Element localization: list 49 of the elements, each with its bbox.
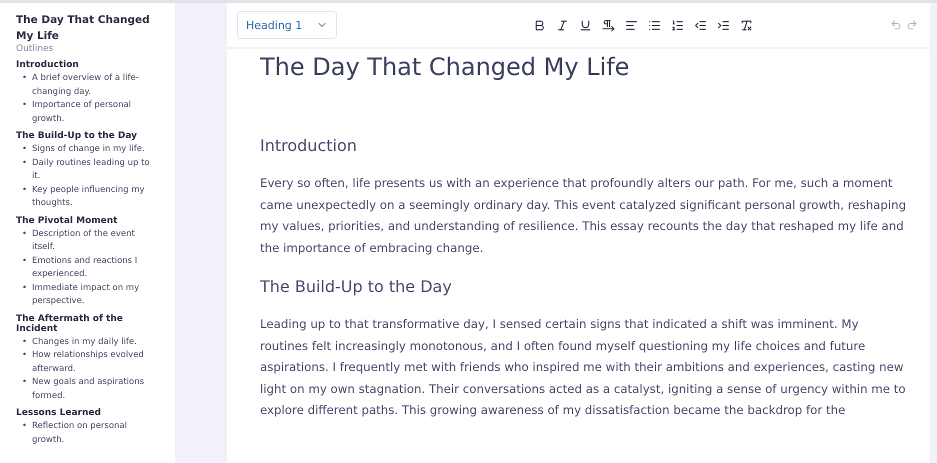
numbered-list-icon [670, 18, 684, 32]
bullet: • [22, 376, 28, 389]
italic-icon [556, 18, 568, 32]
outline-heading[interactable]: The Aftermath of the Incident [16, 314, 167, 334]
clear-format-icon [740, 18, 752, 32]
section-heading: Introduction [260, 136, 358, 155]
bullet: • [22, 254, 28, 268]
outline-item: Immediate impact on my perspective. [32, 282, 140, 308]
bullet: • [22, 349, 28, 362]
outline-item: A brief overview of a life-changing day. [32, 72, 140, 98]
bullet: • [22, 184, 28, 196]
bullet: • [22, 336, 28, 348]
paragraph: Every so often, life presents us with an experience that profoundly alters our path. For me, such a moment came unexpectedly on a seemingly ordinary day. This event catalyzed significant personal growth, reshaping my values, priorities, and understanding of resilience. This essay recounts the day that reshaped my life and the importance of embracing change. [260, 175, 908, 256]
outdent-icon [694, 18, 706, 32]
bullet: • [22, 143, 28, 156]
outline-item: Daily routines leading up to it. [32, 156, 151, 183]
bullet: • [22, 282, 28, 294]
indent-icon [716, 18, 730, 32]
pilcrow-icon [602, 18, 614, 32]
outline-heading[interactable]: Introduction [16, 60, 167, 70]
paragraph: Leading up to that transformative day, I sensed certain signs that indicated a shift was imminent. My routines felt increasingly monotonous, and I often found myself questioning my life choices and future aspirations. I frequently met with friends who inspired me with their ambitions and experiences, casting new light on my own stagnation. Their conversations acted as a catalyst, igniting a sense of urgency within me to explore different paths. This growing awareness of my dissatisfaction became the backdrop for the [260, 316, 907, 419]
outline-item: Importance of personal growth. [32, 99, 132, 126]
redo-icon [906, 19, 918, 31]
bullet: • [22, 420, 28, 433]
align-left-icon [624, 18, 638, 32]
outline-item: Emotions and reactions I experienced. [32, 254, 138, 281]
document-title: The Day That Changed My Life [260, 53, 630, 81]
outline-item: How relationships evolved afterward. [32, 349, 145, 376]
outline-item: Signs of change in my life. [32, 143, 145, 156]
outline-item: Key people influencing my thoughts. [32, 184, 146, 210]
outline-heading[interactable]: The Pivotal Moment [16, 216, 167, 226]
bullet-list-icon [648, 18, 660, 32]
outline-item: New goals and aspirations formed. [32, 376, 146, 402]
bullet: • [22, 72, 28, 85]
undo-icon [890, 19, 902, 31]
outline-subtitle: Outlines [16, 44, 54, 54]
outline-item: Changes in my daily life. [32, 336, 137, 348]
outline-item: Description of the event itself. [32, 228, 136, 254]
outline-item: Reflection on personal growth. [32, 420, 128, 446]
bold-icon [532, 18, 546, 32]
underline-icon [578, 18, 592, 32]
outline-title: The Day That Changed My Life [16, 13, 151, 44]
outline-heading[interactable]: Lessons Learned [16, 408, 167, 418]
section-heading: The Build-Up to the Day [260, 277, 453, 296]
bullet: • [22, 99, 28, 112]
block-type-dropdown[interactable]: Heading 1 [237, 11, 337, 39]
bullet: • [22, 228, 28, 240]
outline-heading[interactable]: The Build-Up to the Day [16, 131, 167, 141]
bullet: • [22, 156, 28, 170]
